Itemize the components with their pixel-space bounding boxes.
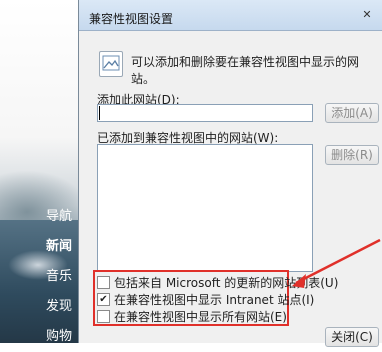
options-highlight-box: 包括来自 Microsoft 的更新的网站列表(U) ✔ 在兼容性视图中显示 In… bbox=[93, 270, 338, 326]
checkbox-unchecked[interactable] bbox=[97, 276, 110, 289]
added-sites-list[interactable] bbox=[97, 144, 313, 272]
nav-item-faxian[interactable]: 发现 bbox=[0, 292, 80, 322]
checkbox-label: 在兼容性视图中显示所有网站(E) bbox=[114, 310, 287, 324]
add-site-input[interactable] bbox=[97, 104, 313, 122]
nav-item-gouwu[interactable]: 购物 bbox=[0, 322, 80, 352]
close-button[interactable]: 关闭(C) bbox=[325, 327, 379, 347]
dialog-content: 可以添加和删除要在兼容性视图中显示的网站。 添加此网站(D): 添加(A) 已添… bbox=[79, 31, 382, 347]
checkbox-intranet-sites[interactable]: ✔ 在兼容性视图中显示 Intranet 站点(I) bbox=[97, 291, 314, 309]
picture-icon bbox=[99, 51, 123, 77]
compatibility-view-dialog: 兼容性视图设置 ✕ 可以添加和删除要在兼容性视图中显示的网站。 添加此网站(D)… bbox=[78, 0, 382, 347]
close-icon[interactable]: ✕ bbox=[359, 8, 375, 22]
checkbox-all-sites[interactable]: 在兼容性视图中显示所有网站(E) bbox=[97, 308, 287, 326]
checkbox-microsoft-list[interactable]: 包括来自 Microsoft 的更新的网站列表(U) bbox=[97, 274, 338, 292]
dialog-title: 兼容性视图设置 bbox=[89, 12, 174, 26]
checkbox-unchecked[interactable] bbox=[97, 310, 110, 323]
checkbox-label: 包括来自 Microsoft 的更新的网站列表(U) bbox=[114, 276, 339, 290]
nav-item-daohang[interactable]: 导航 bbox=[0, 202, 80, 232]
add-button[interactable]: 添加(A) bbox=[325, 103, 379, 123]
nav-item-yinyue[interactable]: 音乐 bbox=[0, 262, 80, 292]
dialog-titlebar[interactable]: 兼容性视图设置 ✕ bbox=[79, 0, 382, 31]
background-nav: 导航 新闻 音乐 发现 购物 bbox=[0, 202, 80, 352]
delete-button[interactable]: 删除(R) bbox=[325, 145, 379, 165]
dialog-header-row: 可以添加和删除要在兼容性视图中显示的网站。 bbox=[97, 45, 375, 86]
checkbox-label: 在兼容性视图中显示 Intranet 站点(I) bbox=[114, 293, 315, 307]
nav-item-xinwen[interactable]: 新闻 bbox=[0, 232, 80, 262]
checkbox-checked-icon[interactable]: ✔ bbox=[97, 293, 110, 306]
dialog-description: 可以添加和删除要在兼容性视图中显示的网站。 bbox=[131, 55, 360, 86]
text-caret bbox=[99, 106, 100, 120]
